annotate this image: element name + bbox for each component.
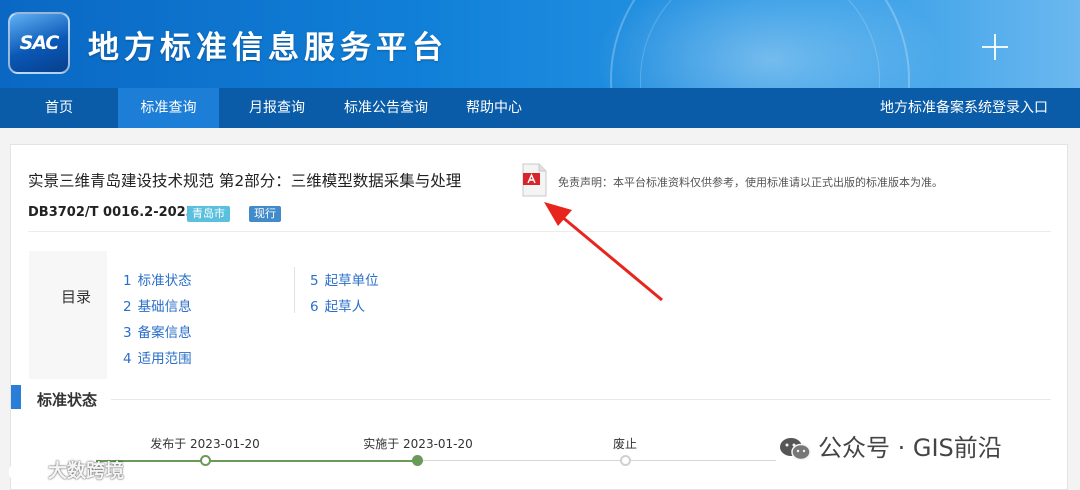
standard-title: 实景三维青岛建设技术规范 第2部分：三维模型数据采集与处理	[28, 172, 462, 190]
timeline-dot-implemented	[412, 455, 423, 466]
toc-item-label: 基础信息	[137, 299, 192, 315]
timeline-label-implemented: 实施于 2023-01-20	[363, 437, 473, 451]
site-banner: SAC 地方标准信息服务平台	[0, 0, 1080, 88]
toc-item-number: 1	[123, 273, 132, 289]
timeline-progress-line	[96, 460, 416, 462]
toc-item-label: 备案信息	[137, 325, 192, 341]
toc-title: 目录	[61, 288, 92, 306]
sac-logo[interactable]: SAC	[8, 12, 70, 74]
toc-item-basic-info[interactable]: 2 基础信息	[123, 295, 192, 315]
toc-item-label: 标准状态	[137, 273, 192, 289]
main-nav: 首页 标准查询 月报查询 标准公告查询 帮助中心 地方标准备案系统登录入口	[0, 88, 1080, 128]
toc-item-label: 起草人	[324, 299, 366, 315]
watermark-right: 公众号 · GIS前沿	[778, 428, 1002, 463]
region-badge: 青岛市	[187, 206, 230, 222]
timeline-dot-abolished	[620, 455, 631, 466]
nav-filing-login-link[interactable]: 地方标准备案系统登录入口	[866, 88, 1062, 128]
section-accent-bar	[11, 385, 21, 409]
nav-monthly-report[interactable]: 月报查询	[232, 88, 322, 128]
watermark-logo-icon	[8, 462, 41, 481]
timeline-label-published: 发布于 2023-01-20	[150, 437, 260, 451]
toc-item-drafting-units[interactable]: 5 起草单位	[310, 269, 379, 289]
banner-globe-decoration	[640, 0, 880, 88]
toc-item-number: 3	[123, 325, 132, 341]
section-divider	[111, 399, 1051, 400]
wechat-icon	[780, 438, 811, 461]
toc-item-label: 起草单位	[324, 273, 379, 289]
disclaimer-text: 免责声明：本平台标准资料仅供参考，使用标准请以正式出版的标准版本为准。	[558, 176, 943, 189]
nav-home[interactable]: 首页	[0, 88, 118, 128]
watermark-left: 大数跨境	[8, 456, 124, 486]
toc-item-standard-status[interactable]: 1 标准状态	[123, 269, 192, 289]
toc-separator	[294, 267, 295, 313]
section-title-standard-status: 标准状态	[37, 391, 98, 409]
nav-standard-search[interactable]: 标准查询	[118, 88, 219, 128]
status-badge: 现行	[249, 206, 281, 222]
toc-item-drafters[interactable]: 6 起草人	[310, 295, 365, 315]
nav-announcement-search[interactable]: 标准公告查询	[332, 88, 440, 128]
timeline-remaining-line	[416, 460, 776, 461]
toc-item-filing-info[interactable]: 3 备案信息	[123, 321, 192, 341]
toc-item-number: 2	[123, 299, 132, 315]
timeline-dot-published	[200, 455, 211, 466]
toc-item-scope[interactable]: 4 适用范围	[123, 347, 192, 367]
watermark-right-text: 公众号 · GIS前沿	[818, 434, 1002, 462]
site-title: 地方标准信息服务平台	[88, 30, 448, 66]
logo-text: SAC	[19, 32, 60, 54]
timeline-label-abolished: 废止	[612, 437, 638, 451]
toc-item-number: 5	[310, 273, 319, 289]
toc-item-number: 4	[123, 351, 132, 367]
sparkle-icon	[982, 34, 1008, 60]
toc-item-label: 适用范围	[137, 351, 192, 367]
toc-item-number: 6	[310, 299, 319, 315]
nav-help-center[interactable]: 帮助中心	[452, 88, 536, 128]
toc-label-box	[29, 251, 107, 379]
pdf-icon[interactable]	[521, 163, 547, 197]
standard-code: DB3702/T 0016.2-2023	[28, 205, 195, 220]
divider	[28, 231, 1051, 232]
watermark-left-text: 大数跨境	[48, 460, 125, 482]
